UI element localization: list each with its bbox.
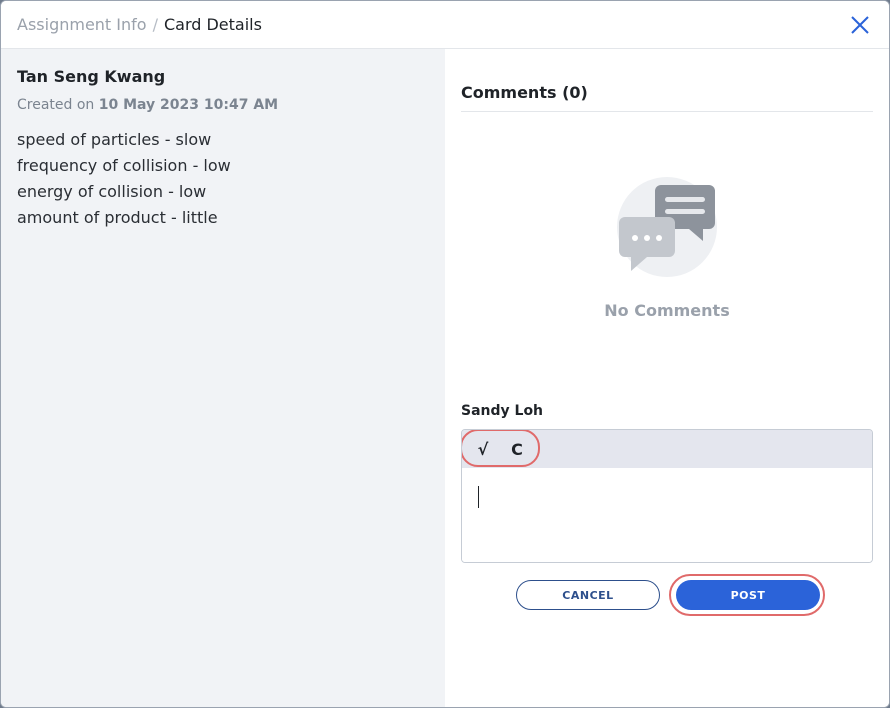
comment-input[interactable] (462, 468, 872, 562)
comment-editor: √ C (461, 429, 873, 563)
breadcrumb-card-details: Card Details (163, 15, 262, 34)
card-created-timestamp: Created on 10 May 2023 10:47 AM (17, 97, 278, 113)
card-content-pane: Tan Seng Kwang Created on 10 May 2023 10… (1, 49, 445, 707)
breadcrumb-assignment-info[interactable]: Assignment Info (17, 15, 147, 34)
card-line: frequency of collision - low (17, 156, 231, 175)
card-line: speed of particles - slow (17, 130, 212, 149)
created-date: 10 May 2023 10:47 AM (98, 97, 279, 113)
comments-title: Comments (0) (461, 83, 588, 102)
divider (461, 111, 873, 112)
breadcrumb-separator: / (152, 15, 158, 34)
text-cursor (478, 486, 479, 508)
math-equation-button[interactable]: √ (471, 437, 495, 461)
square-root-icon: √ (477, 439, 489, 459)
card-body: speed of particles - slow frequency of c… (17, 127, 231, 231)
chat-bubbles-icon (617, 177, 717, 277)
created-prefix: Created on (17, 97, 95, 113)
dialog-header: Assignment Info / Card Details (1, 1, 889, 49)
card-line: amount of product - little (17, 208, 218, 227)
comments-pane: Comments (0) No Comments Sandy Loh √ C C… (445, 49, 889, 707)
chemistry-equation-button[interactable]: C (505, 437, 529, 461)
editor-toolbar: √ C (462, 430, 872, 468)
cancel-button[interactable]: CANCEL (516, 580, 660, 610)
breadcrumb: Assignment Info / Card Details (17, 15, 262, 35)
commenter-name: Sandy Loh (461, 403, 544, 419)
card-author: Tan Seng Kwang (17, 67, 166, 86)
close-icon (851, 16, 869, 34)
chemistry-icon: C (511, 439, 523, 459)
card-line: energy of collision - low (17, 182, 207, 201)
close-button[interactable] (849, 14, 871, 36)
card-details-dialog: Assignment Info / Card Details Tan Seng Kw… (0, 0, 890, 708)
post-button[interactable]: POST (676, 580, 820, 610)
no-comments-label: No Comments (604, 301, 730, 320)
